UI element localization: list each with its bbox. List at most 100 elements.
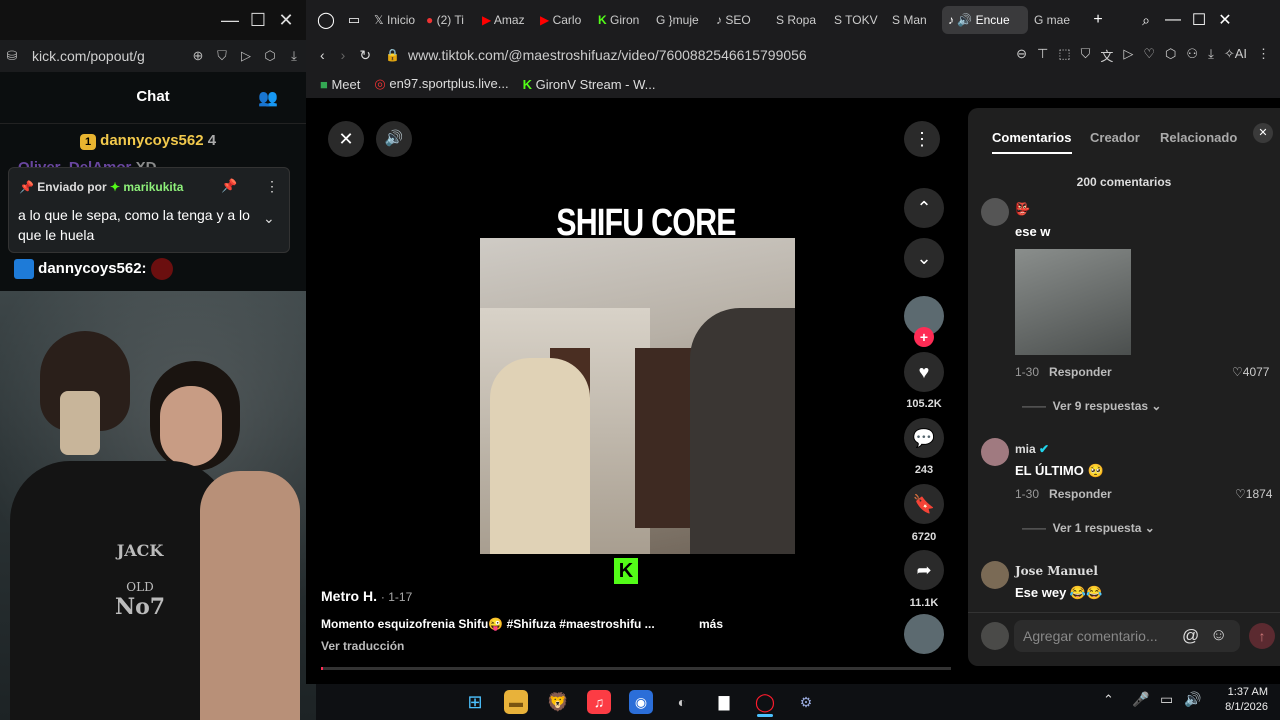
minimize-icon[interactable]: — [1160,11,1186,29]
tab-active-tiktok[interactable]: ♪ 🔊 Encue [942,6,1028,34]
volume-icon[interactable]: 🔊 [1184,691,1201,708]
translate-link[interactable]: Ver traducción [321,639,404,653]
bookmark-sportplus[interactable]: ◎ en97.sportplus.live... [374,76,508,92]
tab-youtube-1[interactable]: ▶ Amaz [476,6,534,34]
comment-author[interactable]: Jose Manuel [1015,564,1098,578]
tab-notification[interactable]: ● (2) Ti [420,6,476,34]
chat-username[interactable]: dannycoys562 [100,132,203,149]
translate-icon[interactable]: 文 [1100,46,1113,65]
share-button[interactable]: ➦ [904,550,944,590]
bookmark-gironv[interactable]: K GironV Stream - W... [523,77,656,92]
profile-icon[interactable]: ⚇ [1186,46,1198,65]
mention-icon[interactable]: @ [1182,626,1199,646]
new-tab-icon[interactable]: + [1086,11,1110,29]
shield-icon[interactable]: ⛉ [210,48,234,64]
tab-tiktok-seo[interactable]: ♪ SEO [710,6,770,34]
more-options-button[interactable]: ⋮ [904,121,940,157]
pinned-user[interactable]: marikukita [123,180,183,194]
video-player[interactable] [480,238,795,554]
tab-ropa[interactable]: S Ropa [770,6,828,34]
tab-creator[interactable]: Creador [1090,130,1140,145]
tab-islands-icon[interactable]: ▭ [340,12,368,28]
caption-more-link[interactable]: más [699,617,723,631]
search-icon[interactable]: ⌕ [1132,12,1160,29]
steam-icon[interactable]: ⚙ [794,690,818,714]
play-icon[interactable]: ▷ [1123,46,1133,65]
tab-x[interactable]: 𝕏 Inicio [368,6,420,34]
bookmark-meet[interactable]: ■ Meet [320,77,360,92]
tab-man[interactable]: S Man [886,6,942,34]
back-icon[interactable]: ‹ [320,47,325,63]
avatar[interactable] [981,198,1009,226]
microphone-icon[interactable]: 🎤 [1132,691,1149,708]
maximize-icon[interactable]: ☐ [244,0,272,40]
minimize-icon[interactable]: — [216,0,244,40]
volume-button[interactable]: 🔊 [376,121,412,157]
like-button[interactable]: ♥ [904,352,944,392]
opera-menu-icon[interactable]: ◯ [312,10,340,30]
tab-google-2[interactable]: G mae [1028,6,1086,34]
play-icon[interactable]: ▷ [234,48,258,64]
tab-tokv[interactable]: S TOKV [828,6,886,34]
music-avatar[interactable] [904,614,944,654]
music-icon[interactable]: ♫ [587,690,611,714]
comment-likes[interactable]: ♡4077 [1232,365,1269,379]
chevron-down-icon[interactable]: ⌄ [263,210,275,227]
comment-image[interactable] [1015,249,1131,355]
zoom-icon[interactable]: ⊖ [1016,46,1027,65]
heart-icon[interactable]: ♡ [1143,46,1155,65]
comment-author[interactable]: mia ✔ [1015,442,1049,456]
ai-icon[interactable]: ✧AI [1224,46,1247,65]
clock[interactable]: 1:37 AM 8/1/2026 [1212,686,1268,713]
network-icon[interactable]: ▭ [1160,691,1173,708]
view-replies[interactable]: —— Ver 1 respuesta ⌄ [1022,521,1155,535]
chat-username[interactable]: dannycoys562: [38,260,146,277]
view-replies[interactable]: —— Ver 9 respuestas ⌄ [1022,399,1161,413]
next-video-button[interactable]: ⌄ [904,238,944,278]
more-options-icon[interactable]: ⋮ [265,178,279,195]
opera-icon[interactable]: ◯ [753,690,777,714]
menu-icon[interactable]: ⋮ [1257,46,1270,65]
tab-youtube-2[interactable]: ▶ Carlo [534,6,592,34]
extensions-icon[interactable]: ⬡ [258,48,282,64]
extensions-icon[interactable]: ⬡ [1165,46,1176,65]
emoji-icon[interactable]: ☺ [1210,625,1227,645]
close-comments-icon[interactable]: ✕ [1253,123,1273,143]
url-text[interactable]: www.tiktok.com/@maestroshifuaz/video/760… [408,47,807,63]
reload-icon[interactable]: ↻ [359,47,371,64]
maximize-icon[interactable]: ☐ [1186,10,1212,30]
follow-button[interactable]: + [914,327,934,347]
brave-icon[interactable]: 🦁 [546,690,570,714]
zoom-icon[interactable]: ⊕ [186,48,210,64]
video-author[interactable]: Metro H. [321,588,377,604]
reply-button[interactable]: Responder [1049,365,1112,379]
post-comment-button[interactable]: ↑ [1249,623,1275,649]
save-button[interactable]: 🔖 [904,484,944,524]
audio-app-icon[interactable]: ▇ [712,690,736,714]
comment-input[interactable]: Agregar comentario... @ ☺ [1014,620,1240,652]
users-icon[interactable]: 👥 [258,88,278,108]
previous-video-button[interactable]: ⌃ [904,188,944,228]
avatar[interactable] [981,561,1009,589]
tab-kick[interactable]: K Giron [592,6,650,34]
kick-address-bar[interactable]: ⛁ kick.com/popout/g ⊕ ⛉ ▷ ⬡ ⤓ [0,40,306,72]
forward-icon[interactable]: › [341,47,346,63]
reply-button[interactable]: Responder [1049,487,1112,501]
close-icon[interactable]: ✕ [1212,10,1238,30]
shield-icon[interactable]: ⛉ [1081,46,1091,65]
app-icon[interactable]: ◉ [629,690,653,714]
download-icon[interactable]: ⤓ [1208,46,1214,65]
tab-comments[interactable]: Comentarios [992,130,1071,145]
avatar[interactable] [981,438,1009,466]
pin-icon[interactable]: ⊤ [1037,46,1048,65]
close-video-button[interactable]: ✕ [328,121,364,157]
user-avatar[interactable] [981,622,1009,650]
comment-likes[interactable]: ♡1874 [1235,487,1272,501]
comments-button[interactable]: 💬 [904,418,944,458]
tray-expand-icon[interactable]: ⌃ [1103,692,1114,708]
obs-icon[interactable]: ◐ [670,690,694,714]
site-info-icon[interactable]: ⛁ [0,48,24,64]
download-icon[interactable]: ⤓ [282,48,306,64]
file-explorer-icon[interactable]: ▬ [504,690,528,714]
tab-google-1[interactable]: G }muje [650,6,710,34]
